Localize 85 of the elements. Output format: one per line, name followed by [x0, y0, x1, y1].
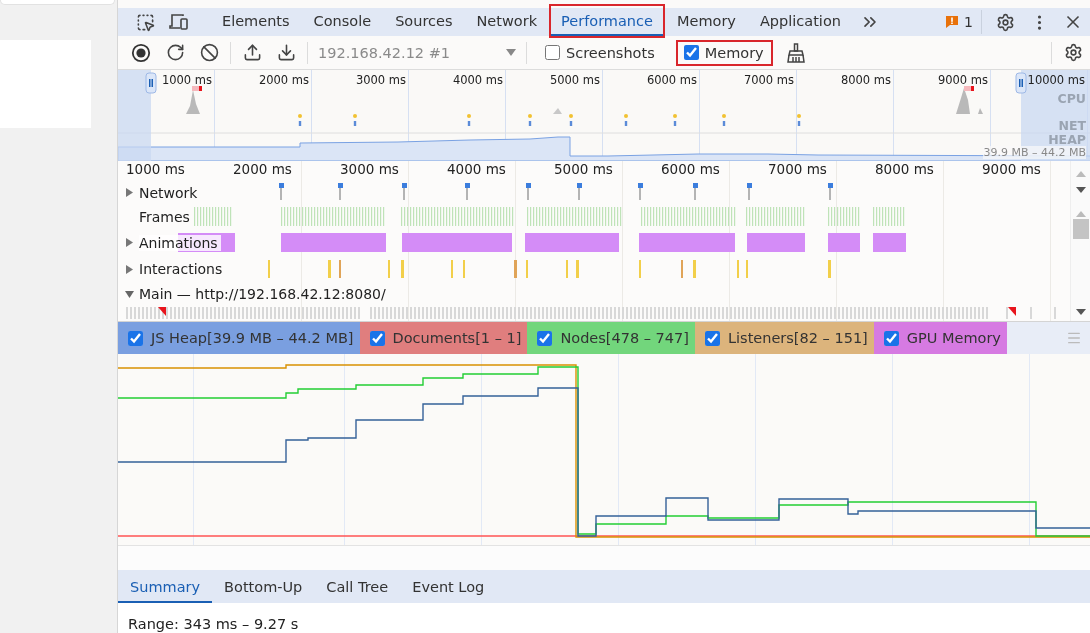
option-checkbox[interactable]: Memory — [675, 39, 773, 66]
time-tick: 3000 ms — [355, 73, 406, 87]
details-tab[interactable]: Call Tree — [314, 570, 401, 603]
details-tab[interactable]: Summary — [118, 570, 213, 603]
record-icon[interactable] — [130, 41, 152, 64]
range-handle[interactable] — [145, 72, 157, 94]
clear-icon[interactable] — [198, 41, 220, 64]
panel-tab[interactable]: Performance — [549, 4, 665, 38]
checkbox[interactable] — [537, 330, 553, 346]
time-tick: 4000 ms — [447, 161, 506, 179]
scroll-down-icon[interactable] — [1075, 187, 1086, 193]
time-tick: 1000 ms — [126, 161, 185, 179]
time-tick: 6000 ms — [661, 161, 720, 179]
panel-tab[interactable]: Console — [301, 4, 384, 38]
heap-range: 39.9 MB – 44.2 MB — [983, 146, 1086, 159]
network-marker — [797, 114, 801, 126]
network-marker — [722, 114, 726, 126]
time-tick: 5000 ms — [554, 161, 613, 179]
network-marker — [298, 114, 302, 126]
range-text: Range: 343 ms – 9.27 s — [118, 603, 1090, 633]
panel-tab[interactable]: Sources — [383, 4, 465, 38]
cpu-label: CPU — [1057, 92, 1086, 106]
expand-icon[interactable] — [125, 264, 134, 274]
time-tick: 4000 ms — [452, 73, 503, 87]
counter-toggle[interactable]: JS Heap[39.9 MB – 44.2 MB] — [118, 322, 360, 354]
network-marker — [528, 114, 532, 126]
time-tick: 9000 ms — [937, 73, 988, 87]
details-tab[interactable]: Event Log — [400, 570, 497, 603]
counter-toggle[interactable]: GPU Memory — [873, 322, 1007, 354]
time-tick: 10000 ms — [1027, 73, 1085, 87]
issues-button[interactable]: 1 — [937, 10, 982, 34]
track-label[interactable]: Interactions — [139, 261, 226, 277]
caret-icon — [506, 49, 516, 56]
option-checkbox[interactable]: Screenshots — [537, 39, 664, 66]
checkbox[interactable] — [704, 330, 720, 346]
scroll-down-icon[interactable] — [1075, 309, 1086, 315]
expand-icon[interactable] — [125, 238, 134, 247]
cpu-peak — [956, 88, 970, 114]
network-marker — [569, 114, 573, 126]
network-marker — [624, 114, 628, 126]
cpu-peak — [978, 108, 983, 114]
time-tick: 1000 ms — [161, 73, 212, 87]
time-tick: 9000 ms — [982, 161, 1041, 179]
time-tick: 6000 ms — [646, 73, 697, 87]
time-tick: 8000 ms — [840, 73, 891, 87]
network-marker — [353, 114, 357, 126]
details-tab[interactable]: Bottom-Up — [212, 570, 315, 603]
time-tick: 7000 ms — [768, 161, 827, 179]
range-handle[interactable] — [1015, 72, 1027, 94]
track-label[interactable]: Network — [139, 184, 201, 201]
cpu-peak — [186, 90, 200, 114]
heap-label: HEAP — [1048, 133, 1086, 147]
track-label[interactable]: Frames — [139, 208, 193, 225]
issue-icon — [945, 15, 960, 29]
counter-toggle[interactable]: Listeners[82 – 151] — [694, 322, 874, 354]
checkbox[interactable] — [128, 330, 143, 346]
track-label[interactable]: Animations — [139, 234, 221, 251]
expand-icon[interactable] — [125, 188, 134, 197]
panel-tab[interactable]: Memory — [664, 4, 748, 38]
time-tick: 5000 ms — [549, 73, 600, 87]
time-tick: 2000 ms — [233, 161, 292, 179]
network-marker — [673, 114, 677, 126]
time-tick: 8000 ms — [875, 161, 934, 179]
panel-tab[interactable]: Network — [464, 4, 550, 38]
panel-tab[interactable]: Application — [747, 4, 853, 38]
time-tick: 2000 ms — [258, 73, 309, 87]
checkbox[interactable] — [545, 45, 560, 60]
network-marker — [467, 114, 471, 126]
long-task-marker — [192, 86, 202, 91]
long-task-marker — [964, 86, 974, 91]
track-label[interactable]: Main — http://192.168.42.12:8080/ — [139, 286, 389, 302]
expand-icon[interactable] — [125, 289, 134, 299]
counter-toggle[interactable]: Documents[1 – 1] — [359, 322, 528, 354]
checkbox[interactable] — [369, 330, 385, 346]
time-tick: 3000 ms — [340, 161, 399, 179]
checkbox[interactable] — [883, 330, 899, 346]
counter-toggle[interactable]: Nodes[478 – 747] — [527, 322, 695, 354]
checkbox[interactable] — [683, 45, 699, 60]
time-tick: 7000 ms — [743, 73, 794, 87]
net-label: NET — [1058, 119, 1086, 133]
scrollbar-thumb[interactable] — [1072, 219, 1089, 239]
device-toolbar-icon[interactable] — [168, 11, 190, 33]
panel-tab[interactable]: Elements — [210, 4, 302, 38]
broom-icon[interactable] — [784, 41, 807, 64]
cpu-peak — [553, 108, 562, 114]
